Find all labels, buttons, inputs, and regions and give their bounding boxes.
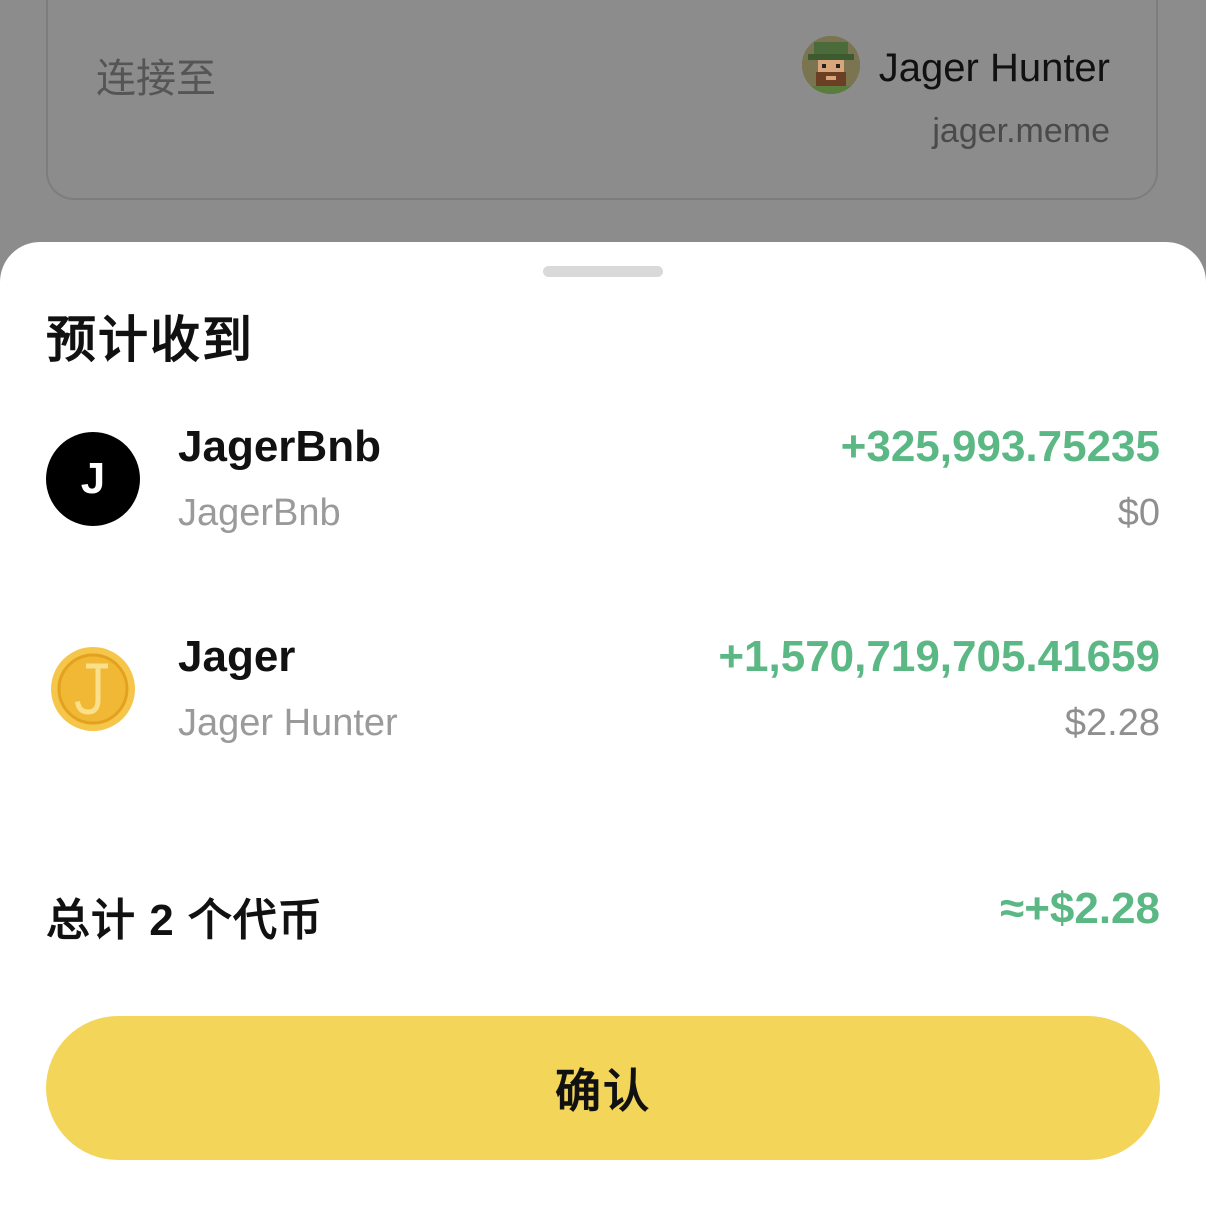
- pixel-hunter-avatar-icon: [802, 36, 860, 94]
- letter-j-black-circle-icon: J: [46, 432, 140, 526]
- token-row: Jager Jager Hunter +1,570,719,705.41659 …: [46, 632, 1160, 782]
- token-row: J JagerBnb JagerBnb +325,993.75235 $0: [46, 422, 1160, 572]
- dapp-name: Jager Hunter: [878, 46, 1110, 90]
- dapp-domain: jager.meme: [932, 112, 1110, 150]
- token-name: Jager Hunter: [178, 702, 398, 744]
- token-amount: +1,570,719,705.41659: [718, 632, 1160, 681]
- token-icon-letter: J: [80, 454, 106, 503]
- sheet-grabber[interactable]: [543, 266, 663, 277]
- token-amount: +325,993.75235: [840, 422, 1160, 471]
- sheet-title: 预计收到: [46, 312, 254, 368]
- receive-sheet: 预计收到 J JagerBnb JagerBnb +325,993.75235 …: [0, 242, 1206, 1206]
- total-label: 总计 2 个代币: [46, 896, 323, 945]
- token-value: $0: [1117, 492, 1160, 534]
- connect-label: 连接至: [96, 57, 216, 101]
- token-value: $2.28: [1064, 702, 1160, 744]
- token-name: JagerBnb: [178, 492, 341, 534]
- token-symbol: JagerBnb: [178, 422, 381, 471]
- confirm-button[interactable]: 确认: [46, 1016, 1160, 1160]
- gold-coin-j-icon: [50, 646, 136, 732]
- connect-card: 连接至 Jager Hunter jager.meme: [46, 0, 1158, 200]
- token-symbol: Jager: [178, 632, 296, 681]
- total-value: ≈+$2.28: [1000, 884, 1160, 933]
